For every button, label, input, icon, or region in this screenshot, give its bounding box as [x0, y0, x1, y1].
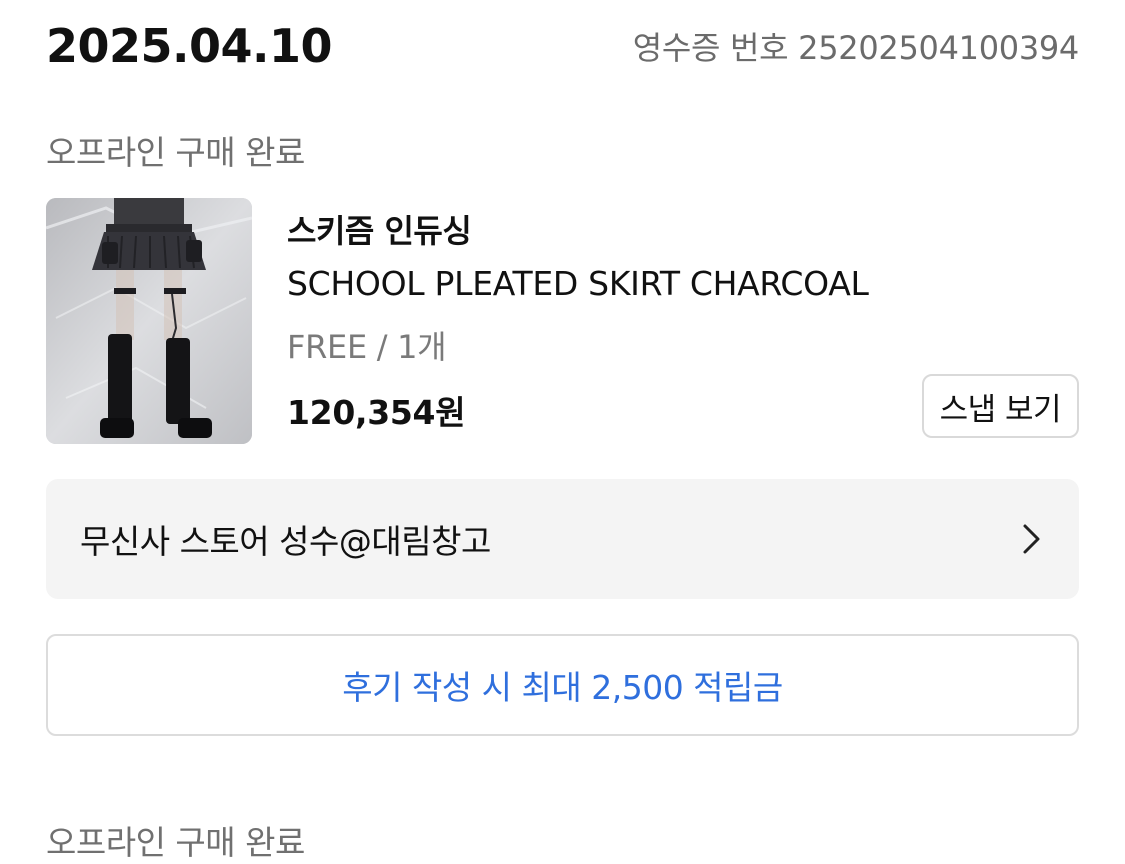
order-header: 2025.04.10 영수증 번호 25202504100394	[46, 14, 1079, 78]
purchase-status: 오프라인 구매 완료	[46, 133, 305, 172]
store-row[interactable]: 무신사 스토어 성수@대림창고	[46, 479, 1079, 599]
product-image[interactable]	[46, 198, 252, 444]
store-name: 무신사 스토어 성수@대림창고	[80, 522, 491, 561]
chevron-right-icon	[1021, 522, 1043, 556]
product-option: FREE / 1개	[287, 328, 447, 366]
product-info: 스키즘 인듀싱 SCHOOL PLEATED SKIRT CHARCOAL FR…	[287, 198, 1079, 446]
product-price: 120,354원	[287, 393, 466, 432]
receipt-number: 영수증 번호 25202504100394	[632, 29, 1080, 67]
write-review-button[interactable]: 후기 작성 시 최대 2,500 적립금	[46, 634, 1079, 736]
product-name[interactable]: SCHOOL PLEATED SKIRT CHARCOAL	[287, 264, 869, 303]
snap-view-button[interactable]: 스냅 보기	[921, 374, 1079, 438]
order-date: 2025.04.10	[46, 19, 333, 73]
brand-name[interactable]: 스키즘 인듀싱	[287, 206, 472, 252]
purchase-status: 오프라인 구매 완료	[46, 823, 305, 862]
product-photo-icon	[46, 198, 252, 444]
product-item[interactable]: 스키즘 인듀싱 SCHOOL PLEATED SKIRT CHARCOAL FR…	[46, 198, 1079, 446]
